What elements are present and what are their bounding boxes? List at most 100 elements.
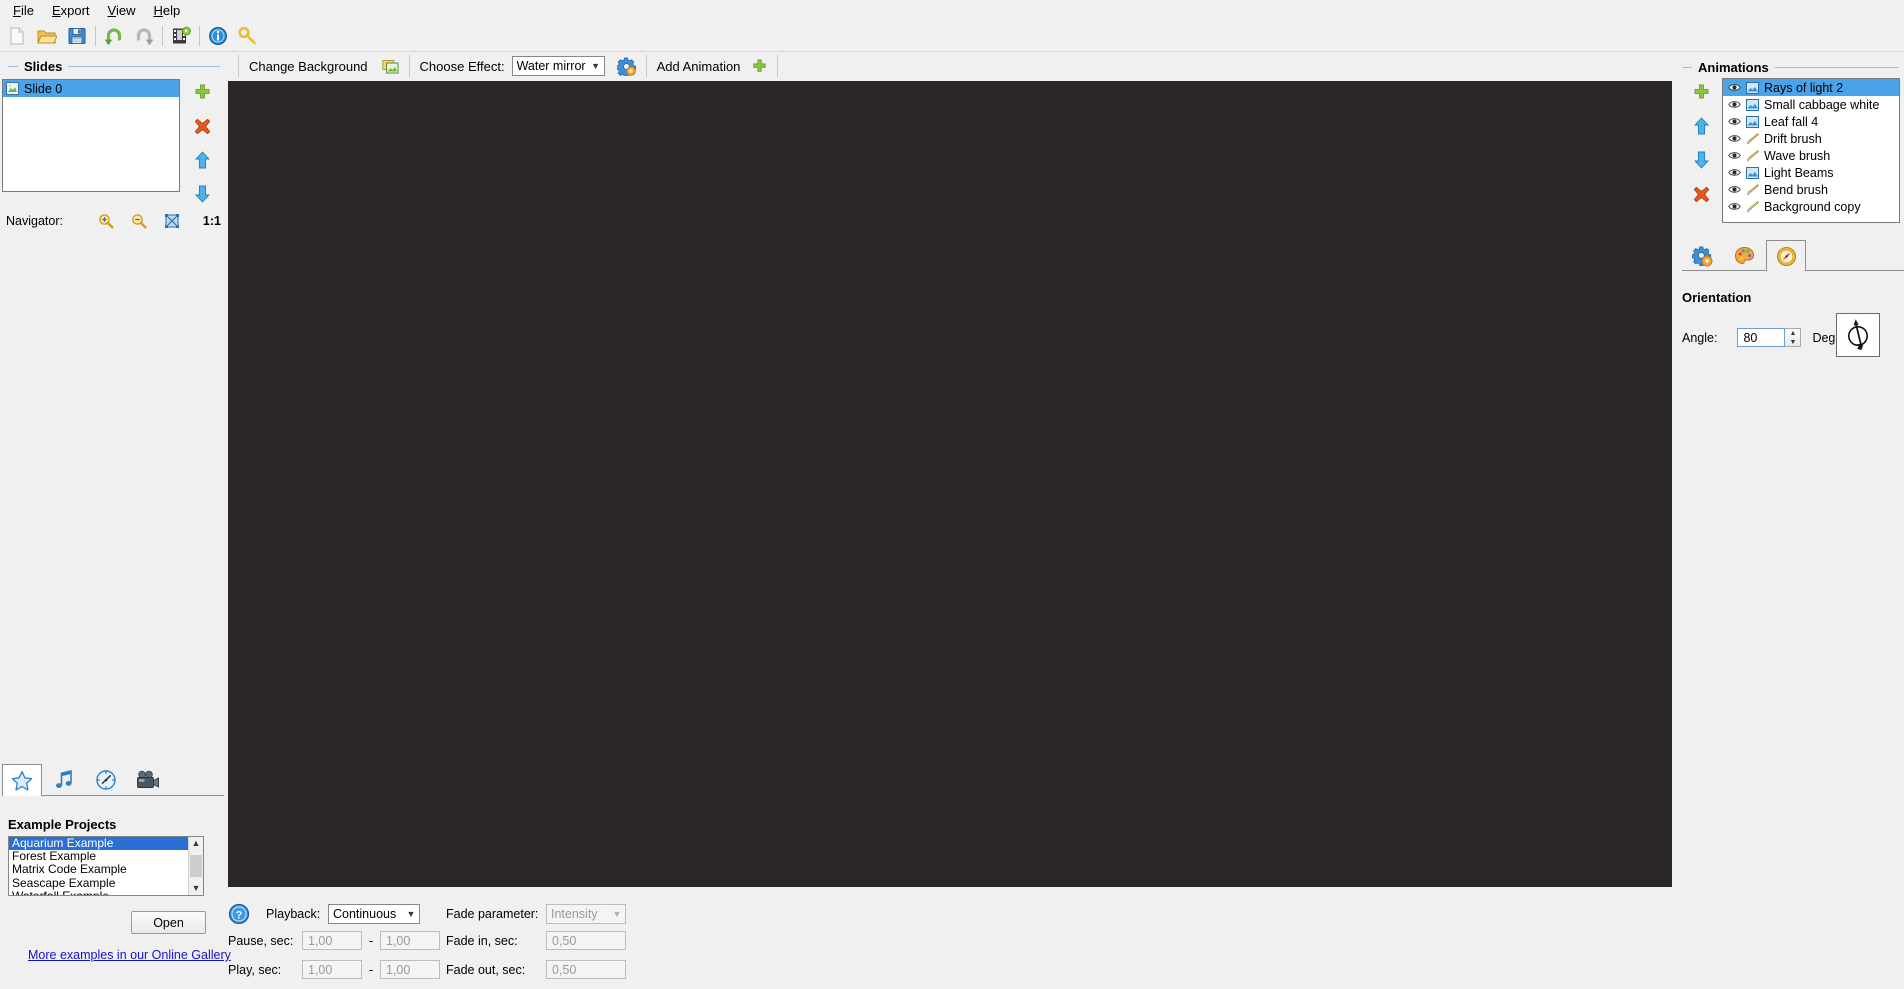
zoom-out-icon[interactable]: [123, 213, 156, 229]
animation-item-5[interactable]: Light Beams: [1723, 164, 1899, 181]
animation-item-4[interactable]: Wave brush: [1723, 147, 1899, 164]
menu-export[interactable]: Export: [43, 1, 99, 21]
add-animation-plus-icon[interactable]: [752, 58, 767, 74]
visibility-eye-icon[interactable]: [1728, 99, 1741, 110]
add-slide-button[interactable]: [192, 82, 212, 102]
visibility-eye-icon[interactable]: [1728, 184, 1741, 195]
example-projects-scrollbar[interactable]: ▲ ▼: [188, 837, 203, 895]
animation-image-icon: [1746, 98, 1759, 111]
svg-text:?: ?: [236, 910, 243, 922]
angle-stepper[interactable]: ▲ ▼: [1785, 328, 1802, 347]
fade-parameter-label: Fade parameter:: [446, 907, 539, 921]
scroll-up-icon[interactable]: ▲: [192, 837, 201, 850]
slides-list[interactable]: Slide 0: [2, 79, 180, 192]
add-animation-button[interactable]: Add Animation: [657, 59, 741, 74]
delete-animation-button[interactable]: [1691, 184, 1711, 204]
menu-view[interactable]: View: [99, 1, 145, 21]
zoom-in-icon[interactable]: [90, 213, 123, 229]
example-project-item[interactable]: Waterfall Example: [9, 889, 188, 895]
example-project-item[interactable]: Matrix Code Example: [9, 863, 188, 876]
fade-parameter-select[interactable]: Intensity ▼: [546, 904, 626, 924]
orientation-title: Orientation: [1682, 290, 1752, 305]
tab-orientation[interactable]: [1766, 240, 1806, 271]
animations-list[interactable]: Rays of light 2 Small cabbage white Leaf…: [1722, 78, 1900, 223]
slides-title-label: Slides: [24, 59, 63, 74]
play-label: Play, sec:: [228, 963, 282, 977]
move-animation-up-button[interactable]: [1691, 116, 1711, 136]
animation-item-3[interactable]: Drift brush: [1723, 130, 1899, 147]
slides-toolbar: [190, 82, 214, 204]
fade-in-input[interactable]: 0,50: [546, 931, 626, 950]
animation-item-label: Wave brush: [1764, 148, 1831, 163]
play-from-value: 1,00: [308, 962, 333, 977]
animation-item-2[interactable]: Leaf fall 4: [1723, 113, 1899, 130]
choose-effect-select[interactable]: Water mirror ▼: [511, 56, 605, 76]
scroll-down-icon[interactable]: ▼: [192, 882, 201, 895]
license-key-icon[interactable]: [233, 22, 263, 50]
render-video-icon[interactable]: [166, 22, 196, 50]
pause-from-input[interactable]: 1,00: [302, 931, 362, 950]
animation-item-label: Leaf fall 4: [1764, 114, 1819, 129]
online-gallery-link[interactable]: More examples in our Online Gallery: [28, 948, 231, 962]
menu-bar: File Export View Help: [0, 0, 1904, 21]
tab-timing[interactable]: [86, 764, 126, 795]
new-project-icon[interactable]: [2, 22, 32, 50]
stepper-down-icon[interactable]: ▼: [1789, 339, 1796, 346]
slide-item-0[interactable]: Slide 0: [3, 80, 179, 97]
tab-music[interactable]: [44, 764, 84, 795]
angle-value: 80: [1743, 330, 1758, 345]
animation-item-1[interactable]: Small cabbage white: [1723, 96, 1899, 113]
animation-item-6[interactable]: Bend brush: [1723, 181, 1899, 198]
move-animation-down-button[interactable]: [1691, 150, 1711, 170]
scrollbar-thumb[interactable]: [190, 855, 202, 877]
change-background-button[interactable]: Change Background: [249, 59, 368, 74]
picture-icon[interactable]: [381, 58, 399, 75]
animation-item-0[interactable]: Rays of light 2: [1723, 79, 1899, 96]
undo-icon[interactable]: [99, 22, 129, 50]
redo-icon[interactable]: [129, 22, 159, 50]
help-icon[interactable]: ?: [228, 903, 250, 925]
effect-settings-icon[interactable]: [616, 57, 636, 76]
example-project-item[interactable]: Seascape Example: [9, 876, 188, 890]
animation-image-icon: [1746, 166, 1759, 179]
delete-slide-button[interactable]: [192, 116, 212, 136]
stepper-up-icon[interactable]: ▲: [1789, 330, 1796, 337]
fade-out-input[interactable]: 0,50: [546, 960, 626, 979]
visibility-eye-icon[interactable]: [1728, 116, 1741, 127]
save-project-icon[interactable]: [62, 22, 92, 50]
playback-select[interactable]: Continuous ▼: [328, 904, 420, 924]
move-slide-down-button[interactable]: [192, 184, 212, 204]
visibility-eye-icon[interactable]: [1728, 167, 1741, 178]
open-project-button[interactable]: Open: [131, 911, 206, 934]
open-project-icon[interactable]: [32, 22, 62, 50]
playback-panel: ? Playback: Continuous ▼ Fade parameter:…: [228, 893, 1672, 989]
navigator-row: Navigator: 1:1: [6, 211, 221, 231]
visibility-eye-icon[interactable]: [1728, 82, 1741, 93]
pause-to-input[interactable]: 1,00: [380, 931, 440, 950]
info-icon[interactable]: [203, 22, 233, 50]
animation-item-7[interactable]: Background copy: [1723, 198, 1899, 215]
visibility-eye-icon[interactable]: [1728, 150, 1741, 161]
visibility-eye-icon[interactable]: [1728, 133, 1741, 144]
tab-video[interactable]: [128, 764, 168, 795]
angle-input[interactable]: 80: [1737, 328, 1786, 347]
menu-help[interactable]: Help: [145, 1, 190, 21]
playback-value: Continuous: [333, 907, 397, 921]
example-projects-list[interactable]: Aquarium Example Forest Example Matrix C…: [8, 836, 204, 896]
play-to-input[interactable]: 1,00: [380, 960, 440, 979]
fx-separator: [238, 55, 239, 77]
toolbar-separator: [162, 26, 163, 46]
move-slide-up-button[interactable]: [192, 150, 212, 170]
visibility-eye-icon[interactable]: [1728, 201, 1741, 212]
menu-file[interactable]: File: [4, 1, 43, 21]
tab-examples[interactable]: [2, 764, 42, 796]
tab-settings[interactable]: [1682, 241, 1722, 270]
animation-item-label: Small cabbage white: [1764, 97, 1880, 112]
application-window: File Export View Help Slides Slide 0 Nav…: [0, 0, 1904, 989]
add-animation-list-button[interactable]: [1691, 82, 1711, 102]
tab-colors[interactable]: [1724, 241, 1764, 270]
fit-to-window-icon[interactable]: [156, 213, 189, 229]
slide-canvas[interactable]: [228, 81, 1672, 887]
play-from-input[interactable]: 1,00: [302, 960, 362, 979]
angle-dial[interactable]: [1836, 313, 1880, 357]
